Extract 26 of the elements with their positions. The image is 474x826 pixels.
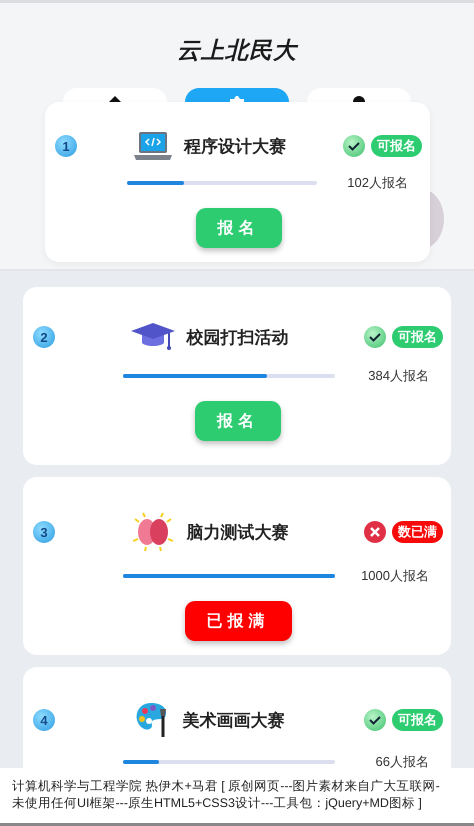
laptop-icon [134,132,172,160]
status-tag: 可报名 [371,135,422,157]
graduation-cap-icon [130,321,174,353]
rank-number: 3 [33,521,55,543]
signup-button[interactable]: 报名 [196,208,282,248]
nav-tab[interactable] [63,88,167,102]
status-tag: 可报名 [392,326,443,348]
event-title: 美术画画大赛 [182,710,284,732]
event-title: 程序设计大赛 [184,136,286,158]
app-title: 云上北民大 [177,36,297,65]
rank-number: 4 [33,709,55,731]
rank-number: 2 [33,326,55,348]
status-tag: 可报名 [392,709,443,731]
event-title: 脑力测试大赛 [186,522,288,544]
event-title: 校园打扫活动 [186,326,288,348]
brain-icon [130,511,174,553]
signup-button[interactable]: 报名 [195,401,281,441]
footer-text: 计算机科学与工程学院 热伊木+马君 [ 原创网页---图片素材来自广大互联网- [12,778,441,795]
nav-tab[interactable] [307,88,411,102]
rank-number: 1 [55,135,77,157]
status-tag: 数已满 [392,521,443,543]
signup-count: 1000人报名 [361,567,429,585]
signup-count: 102人报名 [347,174,408,192]
signup-count: 66人报名 [376,753,429,771]
signup-count: 384人报名 [368,367,429,385]
footer-text: 未使用任何UI框架---原生HTML5+CSS3设计---工具包：jQuery+MD图标 ] [12,795,423,812]
